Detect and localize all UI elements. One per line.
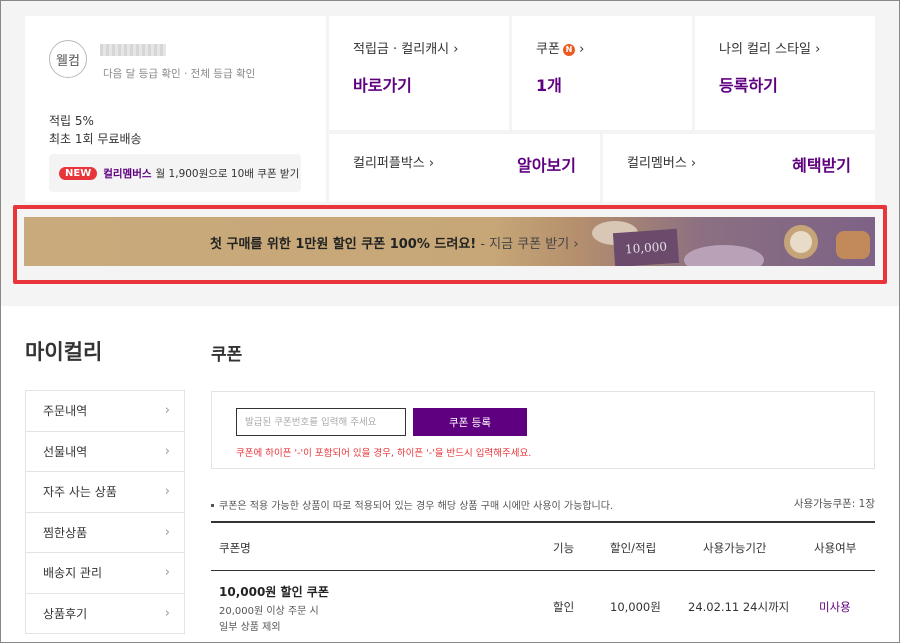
banner-highlight-outline [13, 205, 887, 284]
coupon-notice: 쿠폰은 적용 가능한 상품이 따로 적용되어 있는 경우 해당 상품 구매 시에… [211, 497, 613, 512]
my-style-register-link[interactable]: 등록하기 [719, 72, 778, 96]
sidebar-item-gifts[interactable]: 선물내역 › [26, 432, 184, 472]
kurly-members-card[interactable]: 컬리멤버스 › 혜택받기 [603, 134, 875, 202]
grade-benefit-shipping: 최초 1회 무료배송 [49, 132, 142, 146]
sidebar-item-label: 자주 사는 상품 [43, 485, 117, 500]
sidebar-item-label: 찜한상품 [43, 525, 88, 540]
new-badge: NEW [59, 166, 98, 180]
purple-box-title: 컬리퍼플박스 › [353, 156, 435, 171]
chevron-right-icon: › [164, 403, 170, 419]
coupon-name: 10,000원 할인 쿠폰 [219, 585, 329, 599]
chevron-right-icon: › [164, 605, 170, 621]
sidebar-item-wishlist[interactable]: 찜한상품 › [26, 513, 184, 553]
coupon-register-box: 쿠폰 등록 쿠폰에 하이픈 '-'이 포함되어 있을 경우, 하이픈 '-'을 … [211, 391, 875, 469]
members-name: 컬리멤버스 [103, 167, 152, 180]
chevron-right-icon: › [282, 165, 287, 179]
grade-check-links[interactable]: 다음 달 등급 확인 · 전체 등급 확인 [103, 66, 255, 81]
coupon-title-label: 쿠폰 [536, 42, 560, 57]
grade-benefit-reward: 적립 5% [49, 114, 94, 128]
purple-box-card[interactable]: 컬리퍼플박스 › 알아보기 [329, 134, 600, 202]
header-function: 기능 [553, 541, 575, 555]
point-cash-card[interactable]: 적립금 · 컬리캐시 › 바로가기 [329, 16, 509, 130]
grade-badge: 웰컴 [49, 40, 87, 78]
purple-box-link[interactable]: 알아보기 [517, 152, 576, 176]
chevron-right-icon: › [164, 443, 170, 459]
coupon-function: 할인 [553, 600, 575, 614]
coupon-period: 24.02.11 24시까지 [688, 600, 790, 614]
sidebar-item-addresses[interactable]: 배송지 관리 › [26, 553, 184, 594]
coupon-register-button[interactable]: 쿠폰 등록 [413, 408, 527, 436]
chevron-right-icon: › [164, 565, 170, 581]
sidebar-item-label: 상품후기 [43, 606, 88, 621]
sidebar-item-label: 주문내역 [43, 404, 88, 419]
chevron-right-icon: › [164, 484, 170, 500]
header-coupon-name: 쿠폰명 [219, 541, 251, 555]
kurly-members-link[interactable]: 혜택받기 [792, 152, 851, 176]
new-indicator-icon: N [562, 44, 575, 56]
coupon-title: 쿠폰 N › [536, 38, 584, 57]
chevron-right-icon: › [164, 524, 170, 540]
sidebar-item-label: 배송지 관리 [43, 566, 103, 581]
point-cash-link[interactable]: 바로가기 [353, 72, 412, 96]
sidebar-item-reviews[interactable]: 상품후기 › [26, 594, 184, 634]
coupon-condition: 20,000원 이상 주문 시 [219, 606, 319, 617]
coupon-card[interactable]: 쿠폰 N › 1개 [512, 16, 692, 130]
kurly-members-title: 컬리멤버스 › [627, 156, 697, 171]
header-period: 사용가능기간 [703, 541, 767, 555]
coupon-count[interactable]: 1개 [536, 72, 562, 96]
membership-grade-card: 웰컴 다음 달 등급 확인 · 전체 등급 확인 적립 5% 최초 1회 무료배… [25, 16, 326, 202]
coupon-table: 쿠폰명 기능 할인/적립 사용가능기간 사용여부 10,000원 할인 쿠폰 2… [211, 521, 875, 643]
coupon-status: 미사용 [819, 600, 851, 614]
coupon-exclusion: 일부 상품 제외 [219, 622, 281, 633]
header-discount: 할인/적립 [610, 541, 657, 555]
chevron-right-icon: › [579, 42, 585, 57]
usable-coupon-count: 사용가능쿠폰: 1장 [793, 498, 875, 510]
user-name-blurred [100, 44, 166, 56]
members-description: 월 1,900원으로 10배 쿠폰 받기 [155, 167, 300, 180]
section-title: 쿠폰 [211, 345, 243, 365]
my-style-title: 나의 컬리 스타일 › [719, 42, 821, 57]
sidebar-item-label: 선물내역 [43, 444, 88, 459]
point-cash-title: 적립금 · 컬리캐시 › [353, 42, 459, 57]
table-header: 쿠폰명 기능 할인/적립 사용가능기간 사용여부 [211, 523, 875, 571]
hyphen-warning: 쿠폰에 하이픈 '-'이 포함되어 있을 경우, 하이픈 '-'을 반드시 입력… [236, 448, 532, 459]
page-title: 마이컬리 [25, 340, 103, 364]
mypage-sidebar: 주문내역 › 선물내역 › 자주 사는 상품 › 찜한상품 › 배송지 관리 › 상품후기… [25, 390, 185, 634]
kurly-members-promo[interactable]: NEW 컬리멤버스 월 1,900원으로 10배 쿠폰 받기 › [49, 154, 301, 192]
header-status: 사용여부 [814, 541, 857, 555]
my-style-card[interactable]: 나의 컬리 스타일 › 등록하기 [695, 16, 875, 130]
sidebar-item-frequent[interactable]: 자주 사는 상품 › [26, 472, 184, 513]
table-row: 10,000원 할인 쿠폰 20,000원 이상 주문 시 일부 상품 제외 할… [211, 571, 875, 643]
sidebar-item-orders[interactable]: 주문내역 › [26, 391, 184, 432]
coupon-discount: 10,000원 [610, 600, 661, 614]
coupon-code-input[interactable] [236, 408, 406, 436]
